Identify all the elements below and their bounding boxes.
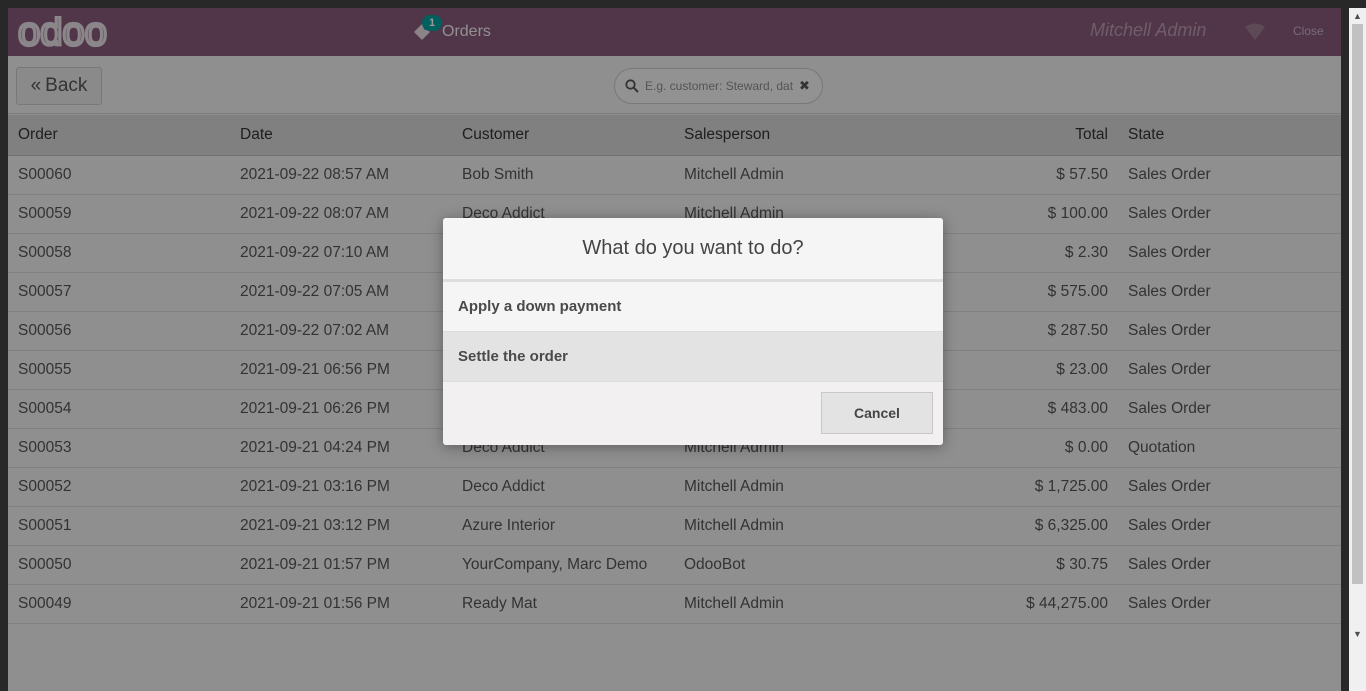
dialog-footer: Cancel <box>443 382 943 442</box>
cancel-button[interactable]: Cancel <box>821 392 933 434</box>
pos-screen: odoo 1 Orders Mitchell Admin Close « Bac… <box>8 8 1341 691</box>
scrollbar-thumb[interactable] <box>1352 24 1363 584</box>
scroll-down-icon[interactable]: ▼ <box>1352 628 1363 640</box>
vertical-scrollbar[interactable]: ▲ ▼ <box>1349 8 1366 691</box>
dialog-title: What do you want to do? <box>443 218 943 282</box>
apply-down-payment-option[interactable]: Apply a down payment <box>443 282 943 332</box>
settle-order-option[interactable]: Settle the order <box>443 332 943 382</box>
scroll-up-icon[interactable]: ▲ <box>1352 10 1363 22</box>
action-dialog: What do you want to do? Apply a down pay… <box>443 218 943 445</box>
